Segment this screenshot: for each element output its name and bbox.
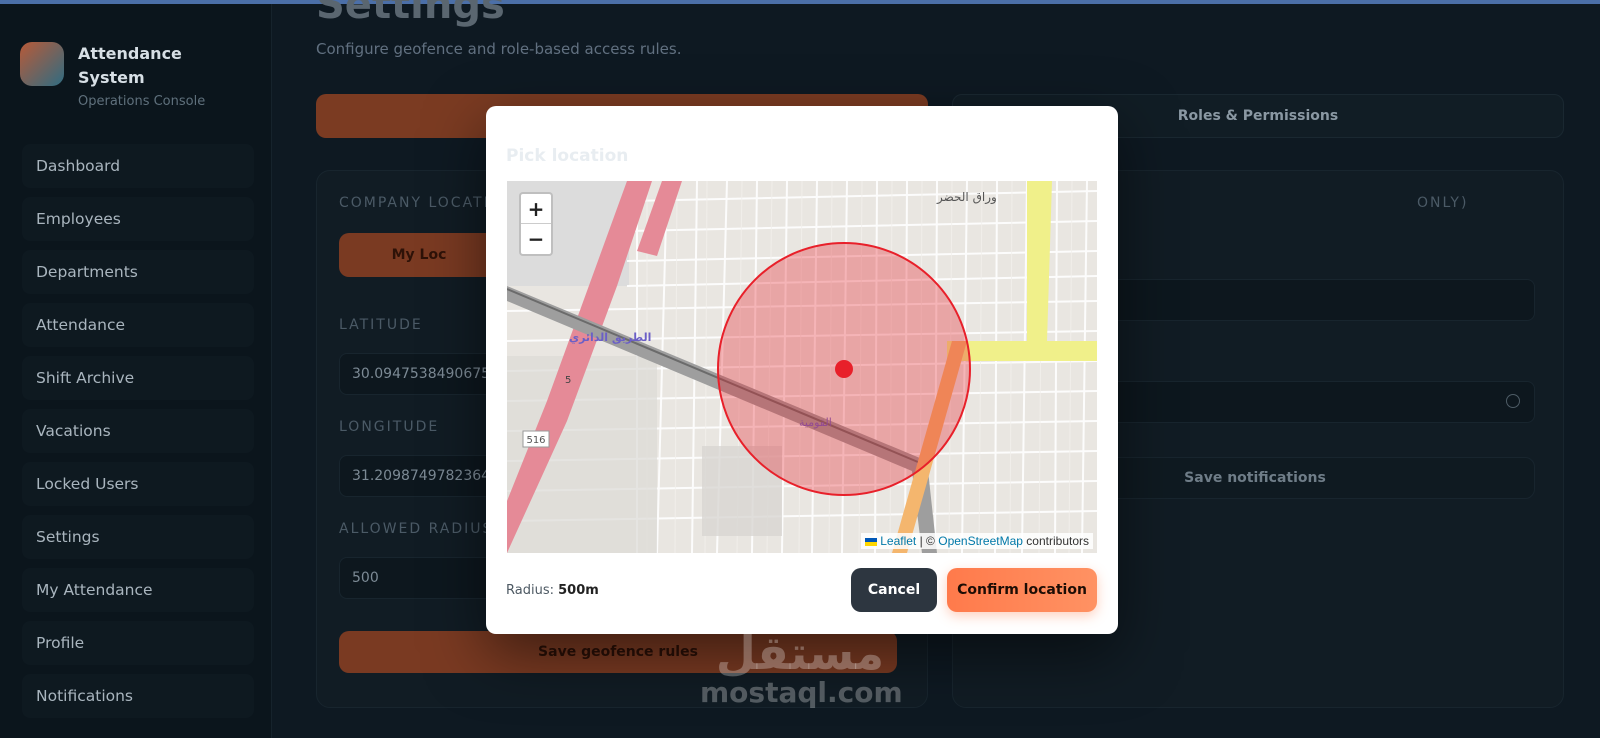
sidebar-nav: Dashboard Employees Departments Attendan… [22,144,254,727]
sidebar-item-shift-archive[interactable]: Shift Archive [22,356,254,400]
radius-readout-value: 500m [558,583,599,598]
radius-readout: Radius: 500m [506,583,599,598]
sidebar-item-my-attendance[interactable]: My Attendance [22,568,254,612]
sidebar-item-notifications[interactable]: Notifications [22,674,254,718]
radius-readout-label: Radius: [506,583,554,598]
route-label: 516 [526,435,545,446]
map-attribution: Leaflet | © OpenStreetMap contributors [861,533,1093,549]
map-tiles: 516 5 الطريق الدائري القومية وراق الحضر [507,181,1097,553]
my-location-button[interactable]: My Loc [339,233,499,277]
zoom-control: + − [519,192,553,256]
sidebar-item-departments[interactable]: Departments [22,250,254,294]
pick-location-modal: Pick location 516 5 الطريق الدائري وراق … [486,106,1118,634]
ukraine-flag-icon [865,537,878,546]
zoom-out-button[interactable]: − [521,224,551,254]
location-marker [835,360,853,378]
latitude-label: LATITUDE [339,317,423,333]
ring-road-label: الطريق الدائري [569,331,651,344]
sidebar-item-dashboard[interactable]: Dashboard [22,144,254,188]
cancel-button[interactable]: Cancel [851,568,937,612]
brand: Attendance System Operations Console [20,42,228,109]
sidebar-item-vacations[interactable]: Vacations [22,409,254,453]
sidebar: Attendance System Operations Console Das… [0,4,272,738]
attribution-separator: | © [919,534,935,548]
top-right-label: وراق الحضر [936,190,997,205]
sector-label: 5 [565,375,571,386]
sidebar-item-employees[interactable]: Employees [22,197,254,241]
map[interactable]: 516 5 الطريق الدائري القومية وراق الحضر … [507,181,1097,553]
watermark-latin: mostaql.com [700,676,903,709]
leaflet-link[interactable]: Leaflet [880,534,916,548]
watermark-arabic: مستقل [715,626,885,680]
sidebar-item-locked-users[interactable]: Locked Users [22,462,254,506]
sidebar-item-attendance[interactable]: Attendance [22,303,254,347]
longitude-label: LONGITUDE [339,419,440,435]
osm-link[interactable]: OpenStreetMap [938,534,1023,548]
page-title: Settings [316,0,505,28]
zoom-in-button[interactable]: + [521,194,551,224]
brand-subtitle: Operations Console [78,94,206,109]
notifications-section-label: ONLY) [1417,195,1469,211]
watermark: مستقل mostaql.com [700,626,903,709]
modal-title: Pick location [506,146,629,166]
clock-icon [1506,394,1520,408]
attribution-suffix: contributors [1026,534,1089,548]
page-subtitle: Configure geofence and role-based access… [316,40,682,58]
confirm-location-button[interactable]: Confirm location [947,568,1097,612]
brand-title: Attendance System [78,44,182,87]
sidebar-item-profile[interactable]: Profile [22,621,254,665]
brand-logo [20,42,64,86]
radius-label: ALLOWED RADIUS [339,521,494,537]
sidebar-item-settings[interactable]: Settings [22,515,254,559]
